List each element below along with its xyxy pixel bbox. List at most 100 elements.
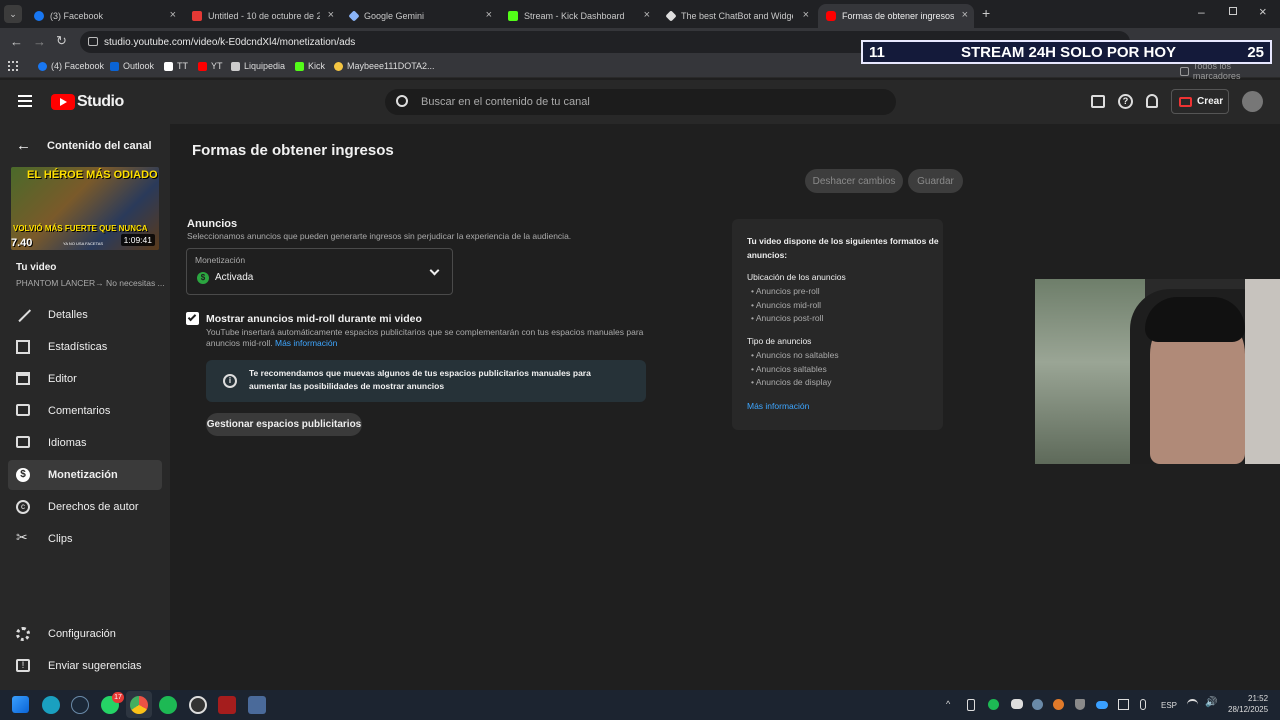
dota-icon[interactable] [218,696,236,714]
video-thumbnail[interactable]: EL HÉROE MÁS ODIADO VOLVIÓ MÁS FUERTE QU… [11,167,159,250]
apps-icon[interactable] [8,61,18,71]
tab-chatbot[interactable]: The best ChatBot and Widgets × [659,4,815,28]
midroll-more-info-link[interactable]: Más información [275,338,337,348]
nav-copyright[interactable]: c Derechos de autor [8,492,162,522]
close-tab-icon[interactable]: × [328,9,334,21]
nav-languages[interactable]: Idiomas [8,428,162,458]
tray-date[interactable]: 28/12/2025 [1228,705,1268,714]
bookmark-liquipedia[interactable]: Liquipedia [231,61,285,71]
tray-steam-icon[interactable] [1032,699,1043,710]
nav-details[interactable]: Detalles [8,300,162,330]
bookmark-tiktok[interactable]: TT [164,61,188,71]
midroll-checkbox[interactable] [186,312,199,325]
reload-icon[interactable]: ↻ [56,33,67,49]
monetization-select[interactable]: Monetización $ Activada [186,248,453,295]
all-bookmarks-label: Todos los marcadores [1192,61,1241,81]
bookmark-kick[interactable]: Kick [295,61,325,71]
tray-time[interactable]: 21:52 [1248,694,1268,703]
dollar-icon: $ [16,468,30,482]
close-tab-icon[interactable]: × [170,9,176,21]
maximize-button[interactable] [1229,7,1237,15]
tray-security-icon[interactable] [1075,699,1085,710]
tray-usb-icon[interactable] [967,699,975,711]
bookmark-maybeee[interactable]: Maybeee111DOTA2... [334,61,435,71]
spotify-icon[interactable] [159,696,177,714]
tab-gemini[interactable]: Google Gemini × [342,4,498,28]
overlay-left-number: 11 [869,43,885,61]
tab-kick[interactable]: Stream - Kick Dashboard × [500,4,656,28]
studio-logo[interactable]: Studio [51,93,124,111]
all-bookmarks[interactable]: Todos los marcadores [1180,61,1280,81]
notifications-icon[interactable] [1146,94,1158,108]
tab-untitled[interactable]: Untitled - 10 de octubre de 20 × [184,4,340,28]
avatar[interactable] [1242,91,1263,112]
ad-formats-more-info-link[interactable]: Más información [747,401,809,411]
bookmark-facebook[interactable]: (4) Facebook [38,61,104,71]
tray-discord-icon[interactable] [1011,699,1023,709]
close-tab-icon[interactable]: × [644,9,650,21]
save-button[interactable]: Guardar [908,169,963,193]
close-window-button[interactable]: × [1259,4,1267,19]
tray-wifi-icon[interactable] [1187,699,1198,710]
calculator-icon[interactable] [248,696,266,714]
bookmark-label: Kick [308,61,326,71]
tray-chevron-icon[interactable]: ^ [946,699,950,709]
forward-icon[interactable]: → [33,34,46,49]
nav-clips[interactable]: ✂ Clips [8,524,162,554]
tray-language[interactable]: ESP [1161,701,1177,710]
tab-search-button[interactable]: ⌄ [4,5,22,23]
tab-facebook[interactable]: (3) Facebook × [26,4,182,28]
recommendation-text: Te recomendamos que muevas algunos de tu… [249,368,591,378]
sidebar: ← Contenido del canal EL HÉROE MÁS ODIAD… [0,124,170,690]
nav-comments[interactable]: Comentarios [8,396,162,426]
close-tab-icon[interactable]: × [486,9,492,21]
monetization-select-value: Activada [215,272,254,283]
minimize-button[interactable]: – [1198,5,1205,19]
back-icon[interactable]: ← [10,34,23,49]
nav-send-feedback[interactable]: ! Enviar sugerencias [8,651,162,681]
search-input[interactable]: Buscar en el contenido de tu canal [385,89,896,115]
manage-ad-breaks-button[interactable]: Gestionar espacios publicitarios [206,413,362,436]
back-to-content-button[interactable]: ← Contenido del canal [16,137,152,154]
windows-start-icon[interactable] [12,696,29,713]
tray-network-icon[interactable] [1118,699,1129,710]
tray-spotify-icon[interactable] [988,699,999,710]
new-tab-button[interactable]: + [982,5,990,21]
tray-cloud-icon[interactable] [1096,701,1108,709]
recommendation-banner: i Te recomendamos que muevas algunos de … [206,360,646,402]
feedback-icon[interactable] [1091,95,1105,108]
chatbot-icon [665,10,677,22]
ads-heading: Anuncios [187,218,238,230]
webcam-overlay [1035,279,1280,464]
site-info-icon[interactable] [88,37,98,46]
facebook-icon [38,61,47,71]
bookmark-outlook[interactable]: Outlook [110,61,154,71]
close-tab-icon[interactable]: × [803,9,809,21]
create-button[interactable]: Crear [1171,89,1229,114]
edge-icon[interactable] [42,696,60,714]
tray-app-icon[interactable] [1053,699,1064,710]
list-item: • Anuncios pre-roll [751,286,820,296]
nav-analytics[interactable]: Estadísticas [8,332,162,362]
tab-title: (3) Facebook [50,11,104,21]
editor-icon [16,372,30,385]
thumbnail-bottom-text: VOLVIÓ MÁS FUERTE QUE NUNCA [13,224,148,233]
undo-changes-button[interactable]: Deshacer cambios [805,169,903,193]
tiktok-icon [164,61,173,71]
tab-title: Google Gemini [364,11,425,21]
tray-microphone-icon[interactable] [1140,699,1146,710]
obs-icon[interactable] [189,696,207,714]
help-icon[interactable]: ? [1118,94,1133,109]
menu-icon[interactable] [18,95,32,107]
list-item-text: Anuncios no saltables [755,350,839,360]
nav-editor[interactable]: Editor [8,364,162,394]
nav-settings[interactable]: Configuración [8,619,162,649]
close-tab-icon[interactable]: × [962,9,968,21]
nav-label: Configuración [48,628,116,640]
tray-volume-icon[interactable]: 🔊 [1205,697,1217,708]
steam-icon[interactable] [71,696,89,714]
nav-monetization[interactable]: $ Monetización [8,460,162,490]
bookmark-youtube[interactable]: YT [198,61,223,71]
midroll-label[interactable]: Mostrar anuncios mid-roll durante mi vid… [206,313,422,325]
tab-youtube-studio[interactable]: Formas de obtener ingresos - Y × [818,4,974,28]
